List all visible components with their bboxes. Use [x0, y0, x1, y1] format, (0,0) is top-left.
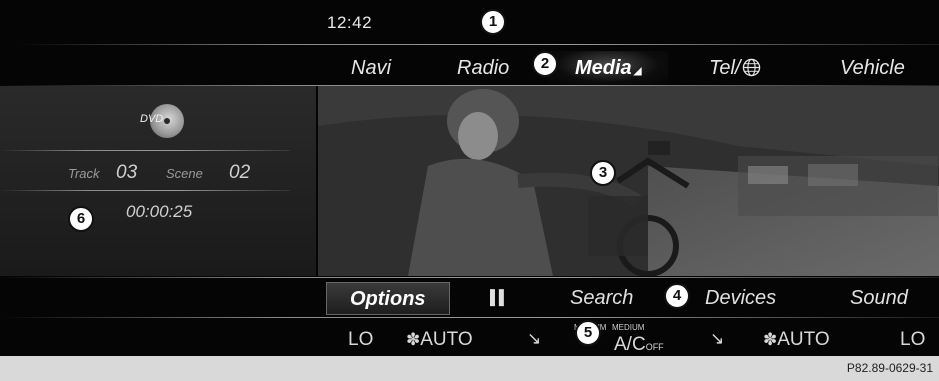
media-function-bar: Options ▌▌ Search Devices Sound [320, 280, 939, 316]
right-fan-auto[interactable]: ✽AUTO [763, 329, 830, 351]
right-temp[interactable]: LO [900, 329, 925, 351]
right-air-label: MEDIUM [612, 323, 645, 332]
scene-label: Scene [166, 166, 203, 181]
elapsed-time: 00:00:25 [126, 202, 193, 221]
track-value: 03 [116, 162, 138, 183]
search-button[interactable]: Search [570, 287, 633, 310]
divider [20, 44, 939, 45]
callout-2: 2 [532, 51, 558, 77]
figure-reference-code: P82.89-0629-31 [846, 361, 933, 375]
options-label: Options [350, 288, 426, 310]
main-menu-bar: Navi Radio Media ◢ Tel/ Vehicle [320, 51, 939, 85]
fan-icon: ✽ [406, 330, 421, 349]
devices-button[interactable]: Devices [705, 287, 776, 310]
callout-6: 6 [68, 206, 94, 232]
right-fan-label: AUTO [777, 329, 830, 350]
menu-item-tel-label: Tel/ [709, 57, 741, 79]
status-clock: 12:42 [327, 13, 373, 32]
options-button[interactable]: Options [326, 282, 450, 315]
callout-5: 5 [575, 320, 601, 346]
source-label: DVD [140, 113, 164, 125]
sound-button[interactable]: Sound [850, 287, 908, 310]
menu-item-navi[interactable]: Navi [351, 57, 391, 80]
globe-icon [742, 58, 760, 77]
air-distribution-icon[interactable]: ↘ [710, 329, 724, 349]
air-distribution-icon[interactable]: ↘ [527, 329, 541, 349]
callout-3: 3 [590, 160, 616, 186]
divider [0, 277, 939, 278]
ac-label: A/C [614, 334, 646, 355]
menu-item-vehicle[interactable]: Vehicle [840, 57, 905, 80]
menu-item-media[interactable]: Media ◢ [575, 57, 641, 80]
divider [0, 190, 290, 191]
pause-icon[interactable]: ▌▌ [490, 289, 509, 305]
climate-bar: LO ✽AUTO ↘ MEDIUM MEDIUM A/COFF ↘ ✽AUTO … [320, 318, 939, 356]
track-label: Track [68, 166, 100, 181]
callout-1: 1 [480, 9, 506, 35]
left-temp[interactable]: LO [348, 329, 373, 351]
menu-item-media-label: Media [575, 57, 632, 79]
divider [0, 150, 290, 151]
ac-button[interactable]: A/COFF [614, 334, 664, 356]
submenu-indicator-icon: ◢ [633, 66, 642, 77]
video-frame-image [318, 86, 939, 276]
left-fan-auto[interactable]: ✽AUTO [406, 329, 473, 351]
fan-icon: ✽ [763, 330, 778, 349]
head-unit-screen: 12:42 1 Navi Radio Media ◢ Tel/ Vehicle 2… [0, 0, 939, 356]
scene-value: 02 [229, 162, 251, 183]
callout-4: 4 [664, 283, 690, 309]
ac-off-label: OFF [645, 342, 664, 352]
menu-item-radio[interactable]: Radio [457, 57, 509, 80]
figure-footer: P82.89-0629-31 [0, 356, 939, 381]
video-display[interactable] [318, 86, 939, 276]
menu-item-tel[interactable]: Tel/ [709, 57, 761, 80]
left-fan-label: AUTO [420, 329, 473, 350]
